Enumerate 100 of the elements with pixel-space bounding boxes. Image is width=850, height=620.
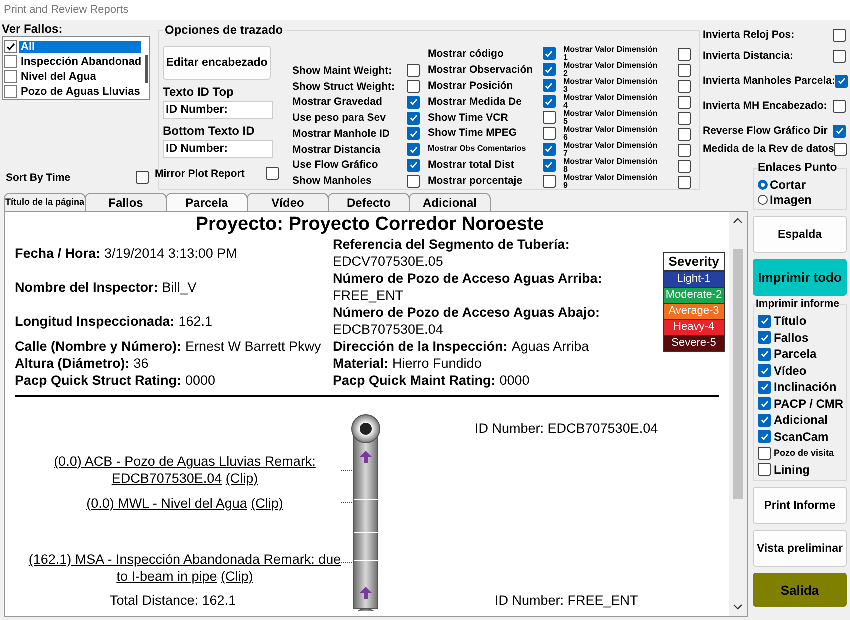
checkbox[interactable] (4, 55, 17, 68)
legend-item: Heavy-4 (664, 319, 724, 335)
checkbox[interactable] (407, 143, 420, 156)
checkbox[interactable] (678, 80, 691, 92)
checkbox[interactable] (136, 171, 149, 184)
option-label: Imagen (770, 192, 812, 206)
remark-link[interactable]: (0.0) MWL - Nivel del Agua (Clip) (25, 495, 345, 512)
checkbox[interactable] (407, 127, 420, 140)
checkbox[interactable] (758, 364, 771, 378)
scrollbar-thumb[interactable] (733, 249, 743, 499)
back-button[interactable]: Espalda (753, 216, 847, 253)
checkbox[interactable] (833, 124, 846, 138)
checkbox[interactable] (4, 70, 17, 83)
option-label: Mostrar Valor Dimensión 1 (564, 46, 659, 62)
clip-link[interactable]: (Clip) (251, 496, 284, 511)
checkbox[interactable] (758, 414, 771, 427)
scroll-down-icon[interactable] (733, 604, 743, 610)
checkbox[interactable] (542, 126, 556, 140)
exit-button[interactable]: Salida (753, 573, 847, 607)
field-label: Longitud Inspeccionada: (15, 312, 175, 330)
checkmark-icon (760, 398, 770, 409)
radio-button[interactable] (758, 194, 768, 204)
field-label: Altura (Diámetro): (15, 355, 130, 372)
field-value: 0000 (500, 372, 530, 389)
scrollbar[interactable] (729, 212, 747, 616)
checkbox[interactable] (758, 446, 771, 460)
checkbox[interactable] (542, 79, 556, 92)
checkbox[interactable] (758, 380, 771, 394)
checkbox[interactable] (4, 85, 17, 98)
checkbox[interactable] (758, 348, 771, 361)
checkbox[interactable] (678, 176, 691, 188)
clip-link[interactable]: (Clip) (221, 569, 254, 584)
tab[interactable]: Título de la página (4, 193, 86, 211)
checkbox[interactable] (407, 80, 420, 94)
remark-link[interactable]: (0.0) ACB - Pozo de Aguas Lluvias Remark: EDCB707530E.04 (Clip) (25, 453, 345, 487)
field-label: Pacp Quick Struct Rating: (15, 372, 182, 389)
checkbox[interactable] (266, 167, 279, 180)
checkbox[interactable] (758, 397, 771, 410)
checkbox[interactable] (407, 64, 420, 78)
option-label: Vídeo (774, 364, 807, 378)
checkbox[interactable] (407, 112, 420, 125)
checkbox[interactable] (835, 74, 848, 88)
checkbox[interactable] (407, 158, 420, 172)
remark-link[interactable]: (162.1) MSA - Inspección Abandonada Remark: due to I-beam in pipe (Clip) (25, 551, 345, 585)
field-label: Fecha / Hora: (15, 244, 101, 262)
input-field[interactable]: ID Number: (163, 140, 273, 158)
checkbox[interactable] (542, 142, 556, 156)
list-item[interactable]: Inspección Abandonad (19, 56, 144, 68)
field-label: Número de Pozo de Acceso Aguas Abajo: (333, 304, 600, 321)
checkbox[interactable] (542, 174, 556, 188)
checkbox[interactable] (833, 28, 846, 42)
edit-header-button[interactable]: Editar encabezado (163, 46, 271, 80)
input-field[interactable]: ID Number: (163, 101, 273, 119)
checkmark-icon (836, 76, 847, 86)
checkbox[interactable] (678, 144, 691, 156)
checkbox[interactable] (833, 100, 846, 112)
list-item[interactable]: Nivel del Agua (19, 70, 98, 82)
leader-line (341, 470, 354, 471)
checkbox[interactable] (542, 95, 556, 108)
checkbox[interactable] (833, 50, 846, 62)
checkbox[interactable] (542, 111, 556, 124)
checkbox[interactable] (678, 160, 691, 172)
print-all-button[interactable]: Imprimir todo (753, 259, 847, 296)
clip-link[interactable]: (Clip) (226, 471, 258, 486)
checkmark-icon (760, 415, 770, 426)
option-label: Adicional (774, 413, 828, 428)
option-label: Parcela (774, 347, 817, 362)
list-item[interactable]: Pozo de Aguas Lluvias (19, 86, 142, 98)
option-label: Invierta Distancia: (703, 50, 794, 62)
option-label: Mostrar Valor Dimensión 6 (564, 126, 659, 142)
option-label: Mostrar código (428, 48, 504, 60)
checkbox[interactable] (542, 158, 556, 172)
checkbox[interactable] (678, 128, 691, 140)
list-title: Ver Fallos: (2, 22, 64, 36)
preview-button[interactable]: Vista preliminar (753, 530, 847, 567)
checkbox[interactable] (758, 430, 771, 444)
checkbox[interactable] (758, 331, 771, 344)
radio-button[interactable] (758, 180, 768, 190)
checkbox[interactable] (758, 463, 771, 476)
scrollbar-thumb[interactable] (145, 55, 148, 83)
print-report-button[interactable]: Print Informe (753, 487, 847, 524)
checkbox[interactable] (407, 96, 420, 109)
checkbox[interactable] (678, 96, 691, 108)
checkbox[interactable] (758, 314, 771, 328)
checkbox[interactable] (678, 64, 691, 76)
option-label: Invierta Manholes Parcela: (703, 75, 836, 87)
checkbox[interactable] (542, 63, 556, 76)
checkbox[interactable] (542, 47, 556, 60)
checkbox[interactable] (678, 48, 691, 60)
checkbox[interactable] (834, 142, 848, 156)
checkbox[interactable] (407, 174, 420, 188)
checkbox[interactable] (678, 112, 691, 124)
checkmark-icon (408, 144, 419, 155)
tab[interactable]: Parcela (166, 193, 248, 212)
list-item[interactable]: All (19, 40, 141, 52)
checkmark-icon (408, 160, 419, 170)
option-label: Lining (774, 462, 810, 477)
checkbox[interactable] (4, 40, 17, 53)
scroll-up-icon[interactable] (733, 218, 743, 224)
tab[interactable]: Adicional (409, 193, 491, 211)
